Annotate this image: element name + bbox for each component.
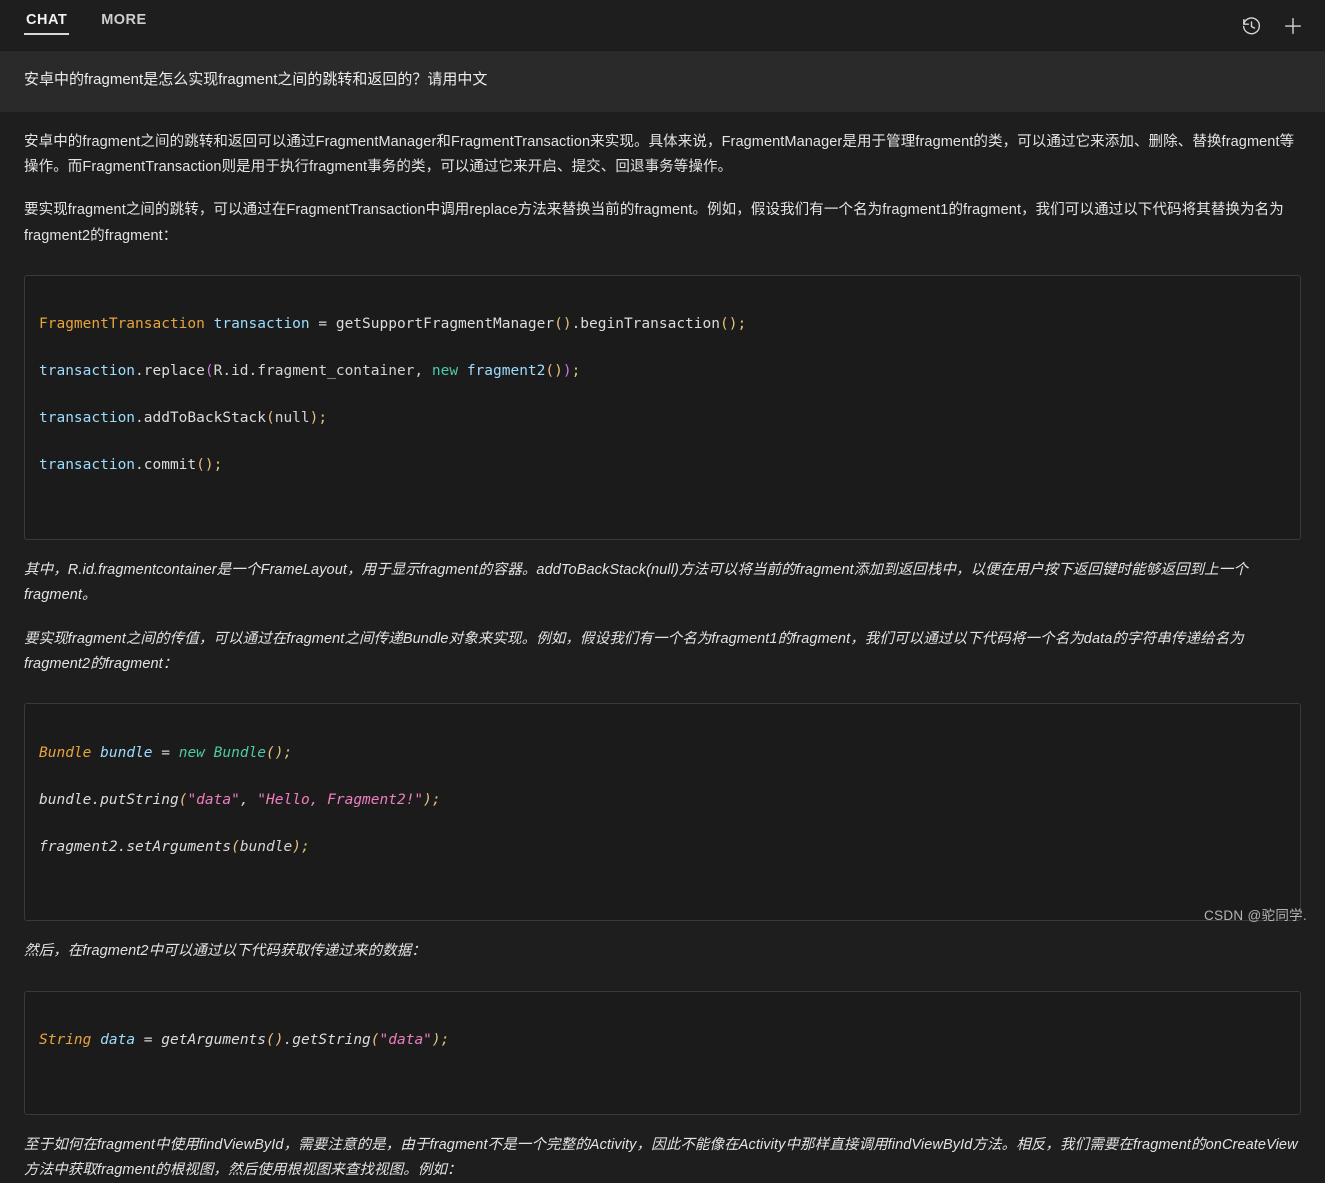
paragraph-5: 然后，在fragment2中可以通过以下代码获取传递过来的数据： [24, 939, 1301, 964]
code-line: transaction.replace(R.id.fragment_contai… [39, 360, 1286, 383]
user-message-text: 安卓中的fragment是怎么实现fragment之间的跳转和返回的？请用中文 [24, 69, 1301, 92]
user-message: 安卓中的fragment是怎么实现fragment之间的跳转和返回的？请用中文 [0, 51, 1325, 112]
code-line: transaction.commit(); [39, 454, 1286, 477]
watermark: CSDN @驼同学. [1204, 904, 1307, 924]
new-chat-icon[interactable] [1279, 12, 1307, 40]
paragraph-6: 至于如何在fragment中使用findViewById，需要注意的是，由于fr… [24, 1133, 1301, 1183]
tab-bar: CHAT MORE [0, 12, 149, 36]
conversation: 安卓中的fragment是怎么实现fragment之间的跳转和返回的？请用中文 … [0, 51, 1325, 1183]
top-bar: CHAT MORE [0, 0, 1325, 50]
code-line: Bundle bundle = new Bundle(); [39, 742, 1286, 765]
tab-chat-label: CHAT [26, 12, 67, 28]
code-block-1[interactable]: FragmentTransaction transaction = getSup… [24, 275, 1301, 540]
paragraph-1: 安卓中的fragment之间的跳转和返回可以通过FragmentManager和… [24, 130, 1301, 181]
tab-chat[interactable]: CHAT [24, 12, 69, 36]
code-block-2[interactable]: Bundle bundle = new Bundle(); bundle.put… [24, 703, 1301, 921]
code-line: bundle.putString("data", "Hello, Fragmen… [39, 789, 1286, 812]
code-line: String data = getArguments().getString("… [39, 1029, 1286, 1052]
tab-more[interactable]: MORE [99, 12, 149, 36]
code-block-3[interactable]: String data = getArguments().getString("… [24, 991, 1301, 1115]
paragraph-2: 要实现fragment之间的跳转，可以通过在FragmentTransactio… [24, 198, 1301, 249]
tab-more-label: MORE [101, 12, 147, 28]
code-line: FragmentTransaction transaction = getSup… [39, 313, 1286, 336]
assistant-message: 安卓中的fragment之间的跳转和返回可以通过FragmentManager和… [0, 130, 1325, 1183]
history-icon-svg [1241, 16, 1262, 37]
paragraph-4: 要实现fragment之间的传值，可以通过在fragment之间传递Bundle… [24, 627, 1301, 678]
plus-icon-svg [1282, 15, 1304, 37]
history-icon[interactable] [1237, 12, 1265, 40]
code-line: fragment2.setArguments(bundle); [39, 836, 1286, 859]
paragraph-3: 其中，R.id.fragmentcontainer是一个FrameLayout，… [24, 558, 1301, 609]
top-bar-actions [1237, 12, 1325, 40]
code-line: transaction.addToBackStack(null); [39, 407, 1286, 430]
